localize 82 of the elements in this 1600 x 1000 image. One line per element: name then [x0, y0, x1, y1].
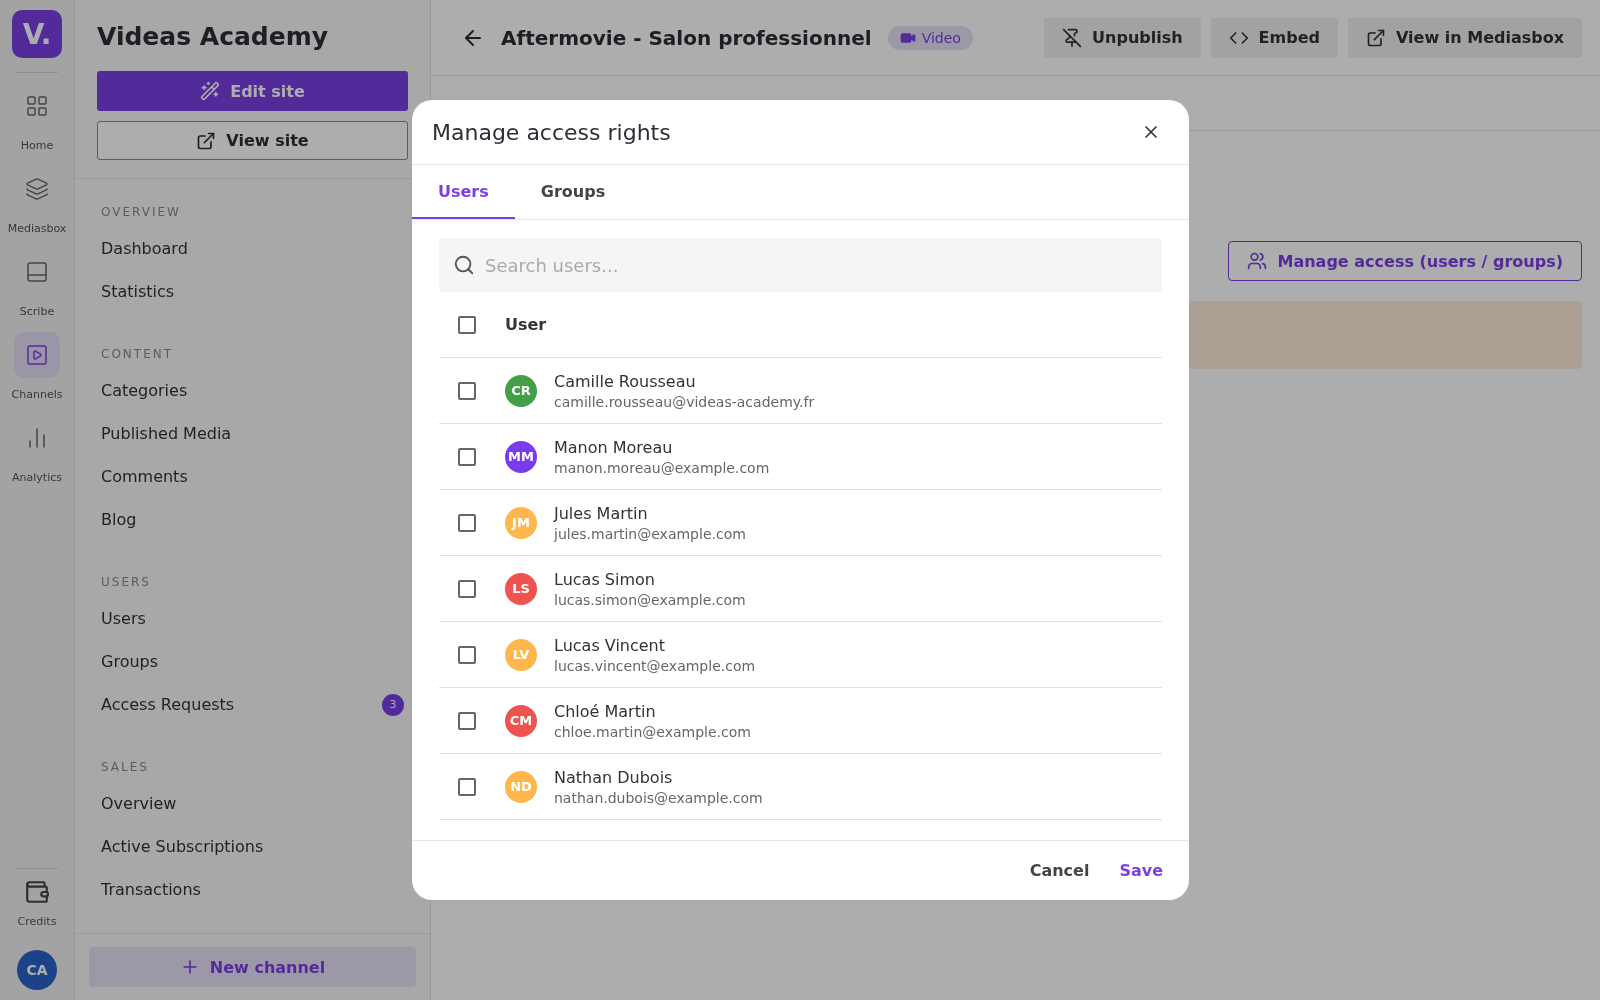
nav-item[interactable]: Active Subscriptions — [101, 825, 404, 868]
rail-label: Channels — [11, 388, 63, 401]
search-field[interactable]: Search users... — [439, 238, 1162, 292]
user-avatar: CR — [505, 374, 537, 407]
new-channel-button[interactable]: New channel — [89, 947, 416, 987]
user-avatar[interactable]: CA — [17, 950, 57, 990]
users-icon — [1247, 251, 1268, 271]
user-avatar: LV — [505, 638, 537, 671]
rail-button[interactable] — [14, 332, 60, 378]
layers-icon — [25, 177, 49, 201]
nav-item[interactable]: Statistics — [101, 270, 404, 313]
action-button[interactable]: Unpublish — [1044, 17, 1201, 58]
checkbox[interactable] — [458, 381, 476, 400]
user-email: camille.rousseau@videas-academy.fr — [554, 393, 815, 410]
nav-item[interactable]: Groups — [101, 640, 404, 683]
rail-label: Scribe — [19, 305, 55, 318]
pin-off-icon — [1062, 27, 1083, 48]
nav-item[interactable]: Overview — [101, 782, 404, 825]
column-header: User — [505, 315, 547, 334]
nav-item[interactable]: Categories — [101, 369, 404, 412]
section-heading: OVERVIEW — [101, 205, 182, 219]
checkbox[interactable] — [458, 513, 476, 532]
user-email: chloe.martin@example.com — [554, 723, 751, 740]
action-button[interactable]: Embed — [1210, 17, 1338, 58]
action-button[interactable]: View in Mediasbox — [1347, 17, 1582, 58]
nav-item[interactable]: Blog — [101, 498, 404, 541]
checkbox[interactable] — [458, 777, 476, 796]
tab[interactable]: Groups — [514, 165, 632, 219]
user-name: Chloé Martin — [554, 701, 657, 721]
tab[interactable]: Users — [412, 165, 515, 219]
section-heading: CONTENT — [101, 347, 175, 361]
view-site-button[interactable]: View site — [97, 121, 408, 160]
wand-icon — [200, 81, 221, 101]
wallet-icon[interactable] — [24, 879, 50, 905]
cancel-button[interactable]: Cancel — [1017, 853, 1102, 888]
rail-label: Credits — [17, 915, 57, 928]
user-avatar: CM — [505, 704, 537, 737]
nav-item[interactable]: Dashboard — [101, 227, 404, 270]
user-name: Jules Martin — [554, 503, 649, 523]
type-badge: Video — [887, 25, 973, 50]
rail-label: Mediasbox — [7, 222, 67, 235]
nav-item[interactable]: Published Media — [101, 412, 404, 455]
page-title: Aftermovie - Salon professionnel — [501, 25, 872, 50]
rail-label: Home — [20, 139, 54, 152]
user-avatar: ND — [505, 770, 537, 803]
external-link-icon — [196, 130, 217, 151]
count-badge: 3 — [382, 693, 404, 716]
user-avatar: JM — [505, 506, 537, 539]
checkbox[interactable] — [458, 711, 476, 730]
checkbox[interactable] — [458, 645, 476, 664]
edit-site-button[interactable]: Edit site — [97, 71, 408, 111]
nav-item[interactable]: Users — [101, 597, 404, 640]
grid-icon — [25, 94, 49, 118]
user-email: jules.martin@example.com — [554, 525, 746, 542]
section-heading: SALES — [101, 760, 150, 774]
nav-item[interactable]: Comments — [101, 455, 404, 498]
user-avatar: MM — [505, 440, 537, 473]
user-name: Camille Rousseau — [554, 371, 697, 391]
site-title: Videas Academy — [97, 22, 330, 51]
section-heading: USERS — [101, 575, 152, 589]
rail-label: Analytics — [12, 471, 62, 484]
user-name: Manon Moreau — [554, 437, 674, 457]
manage-access-button[interactable]: Manage access (users / groups) — [1228, 241, 1582, 281]
logo[interactable]: V. — [12, 10, 62, 58]
checkbox[interactable] — [458, 315, 476, 334]
external-link-icon — [1365, 27, 1386, 48]
nav-item[interactable]: Access Requests — [101, 695, 235, 714]
user-name: Lucas Vincent — [554, 635, 667, 655]
user-name: Lucas Simon — [554, 569, 656, 589]
user-email: manon.moreau@example.com — [554, 459, 770, 476]
play-icon — [25, 343, 49, 367]
user-avatar: LS — [505, 572, 537, 605]
checkbox[interactable] — [458, 579, 476, 598]
checkbox[interactable] — [458, 447, 476, 466]
save-button[interactable]: Save — [1107, 853, 1175, 888]
panel-icon — [25, 260, 49, 284]
nav-item[interactable]: Transactions — [101, 868, 404, 911]
dialog-title: Manage access rights — [432, 119, 671, 145]
user-email: nathan.dubois@example.com — [554, 789, 763, 806]
user-name: Nathan Dubois — [554, 767, 674, 787]
user-email: lucas.vincent@example.com — [554, 657, 756, 674]
user-email: lucas.simon@example.com — [554, 591, 746, 608]
